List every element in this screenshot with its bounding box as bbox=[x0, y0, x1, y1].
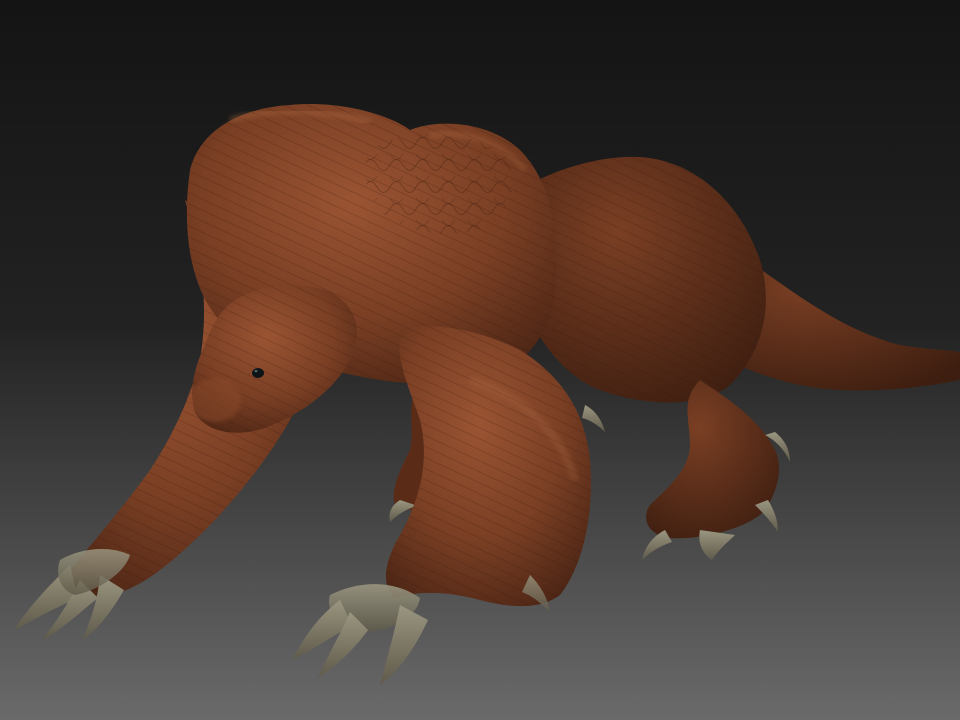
scene-canvas bbox=[0, 0, 960, 720]
render-viewport bbox=[0, 0, 960, 720]
creature-snout bbox=[189, 378, 241, 422]
creature-eye bbox=[252, 368, 264, 378]
